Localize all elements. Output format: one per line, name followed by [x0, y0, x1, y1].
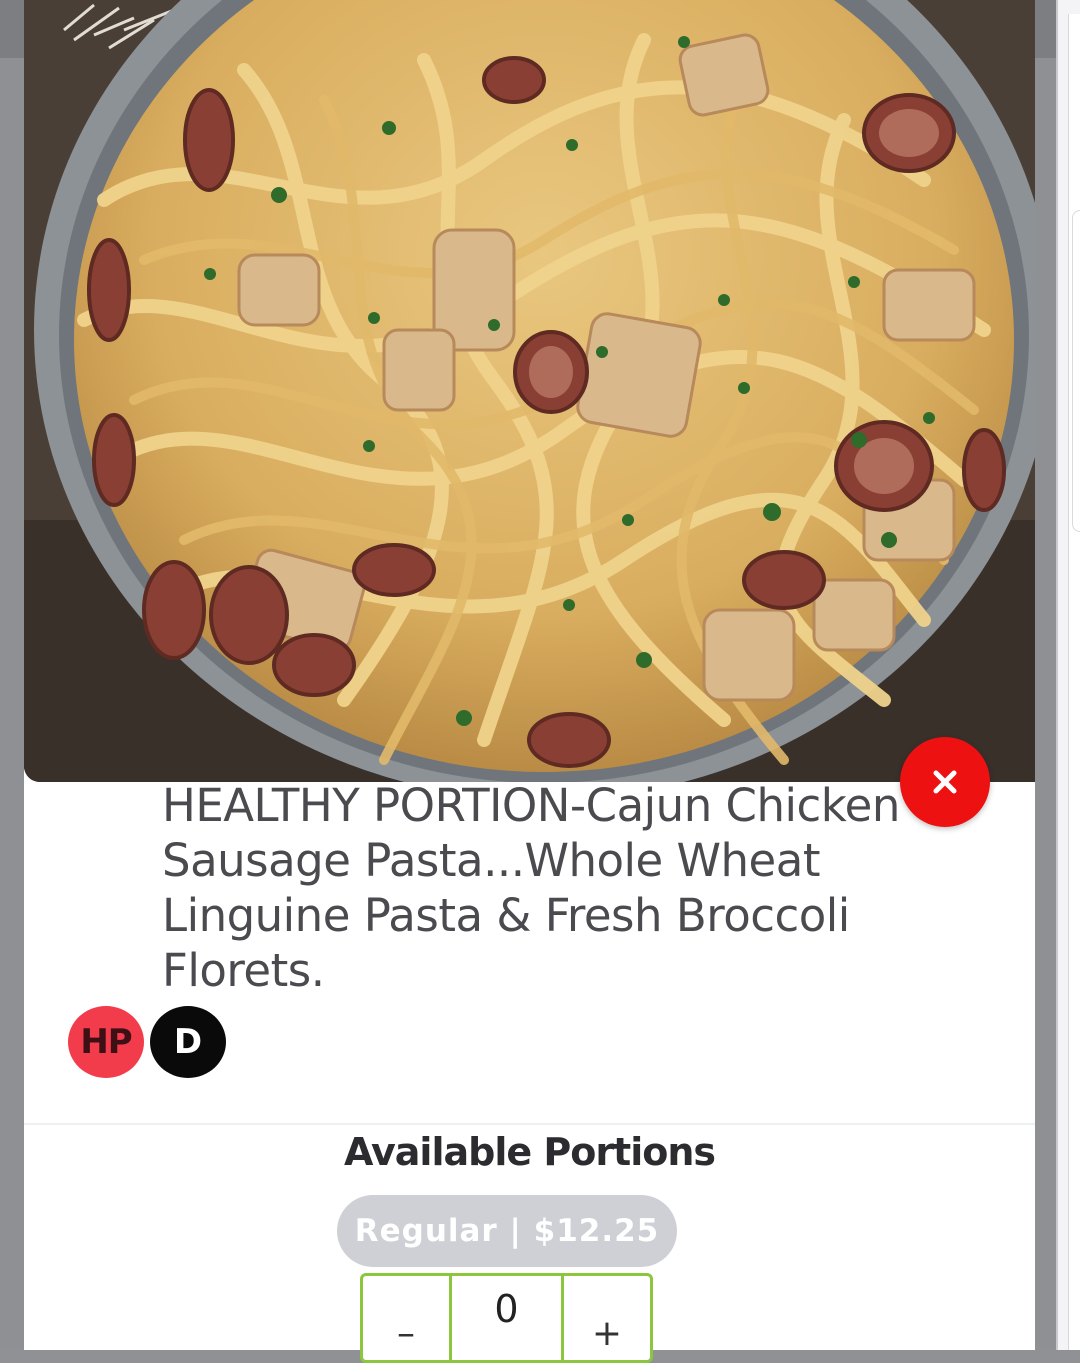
item-title: HEALTHY PORTION-Cajun Chicken Sausage Pa… — [162, 779, 900, 997]
decrement-button[interactable]: – — [363, 1276, 449, 1360]
side-panel-notch — [1072, 210, 1080, 532]
pasta-photo-illustration — [24, 0, 1035, 782]
close-icon — [933, 770, 957, 794]
quantity-value[interactable]: 0 — [449, 1276, 564, 1360]
side-panel-edge — [1056, 0, 1080, 1350]
increment-button[interactable]: + — [564, 1276, 650, 1360]
minus-icon: – — [397, 1312, 415, 1354]
dietary-badge: D — [150, 1006, 226, 1078]
healthy-portion-badge: HP — [68, 1006, 144, 1078]
plus-icon: + — [591, 1312, 623, 1354]
available-portions-heading: Available Portions — [343, 1130, 716, 1174]
section-divider — [24, 1123, 1035, 1125]
dish-photo — [24, 0, 1035, 782]
portion-option-regular[interactable]: Regular | $12.25 — [337, 1195, 677, 1267]
